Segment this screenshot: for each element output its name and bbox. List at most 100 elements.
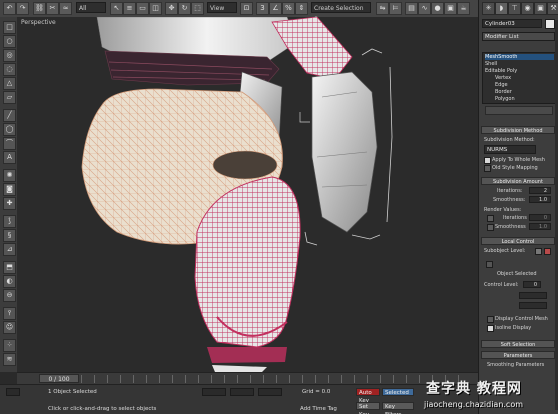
rect-select-icon[interactable]: ▭ [136,2,149,15]
align-icon[interactable]: ⊨ [389,2,402,15]
circle-icon[interactable]: ◯ [3,123,16,136]
particle-icon[interactable]: ⁘ [3,339,16,352]
set-key-button[interactable]: Set Key [356,402,380,414]
render-iterations-spinner[interactable]: 0 [529,214,551,221]
x-coord-field[interactable] [202,388,226,396]
stack-item-editable-poly[interactable]: Editable Poly [485,68,517,74]
stack-item-polygon[interactable]: Polygon [495,96,515,102]
ignore-backfacing-checkbox[interactable] [486,261,493,268]
subdivision-method-dropdown[interactable]: NURMS [484,145,536,154]
crease-spinner[interactable] [519,292,547,299]
bend-icon[interactable]: ⟆ [3,215,16,228]
create-tab-icon[interactable]: ✳ [482,2,495,15]
sphere-icon[interactable]: ○ [3,35,16,48]
subdivision-method-rollout[interactable]: Subdivision Method [481,126,555,134]
angle-snap-icon[interactable]: ∠ [269,2,282,15]
cone-icon[interactable]: △ [3,77,16,90]
mirror-icon[interactable]: ⇋ [376,2,389,15]
light-icon[interactable]: ✺ [3,169,16,182]
pivot-icon[interactable]: ⊡ [240,2,253,15]
helper-icon[interactable]: ✚ [3,197,16,210]
bone-icon[interactable]: ⫯ [3,307,16,320]
render-smoothness-checkbox[interactable] [487,224,494,231]
smoothness-spinner[interactable]: 1.0 [529,196,551,203]
y-coord-field[interactable] [230,388,254,396]
add-time-tag[interactable]: Add Time Tag [300,406,337,412]
object-name-field[interactable]: Cylinder03 [482,19,542,28]
undo-icon[interactable]: ↶ [3,2,16,15]
named-selection-dropdown[interactable]: Create Selection Se [311,2,371,23]
viewport-label[interactable]: Perspective [21,19,56,26]
object-color-swatch[interactable] [545,19,555,29]
control-level-spinner[interactable]: 0 [523,281,541,288]
stack-item-meshsmooth[interactable]: MeshSmooth [485,54,554,60]
window-crossing-icon[interactable]: ◫ [149,2,162,15]
local-control-rollout[interactable]: Local Control [481,237,555,245]
stack-item-shell[interactable]: Shell [485,61,497,67]
box-icon[interactable]: □ [3,21,16,34]
cylinder-icon[interactable]: ◎ [3,49,16,62]
render-icon[interactable]: ☕ [457,2,470,15]
edge-level-icon[interactable] [544,248,551,255]
hierarchy-tab-icon[interactable]: ⊤ [508,2,521,15]
utilities-tab-icon[interactable]: ⚒ [547,2,558,15]
select-link-icon[interactable]: ⛓ [33,2,46,15]
soft-selection-rollout[interactable]: Soft Selection [481,340,555,348]
z-coord-field[interactable] [258,388,282,396]
unlink-icon[interactable]: ✂ [46,2,59,15]
line-icon[interactable]: ╱ [3,109,16,122]
lathe-icon[interactable]: ◐ [3,275,16,288]
render-iterations-checkbox[interactable] [487,215,494,222]
modifier-list-dropdown[interactable]: Modifier List [482,32,555,41]
stack-item-edge[interactable]: Edge [495,82,508,88]
parameters-rollout[interactable]: Parameters [481,351,555,359]
extrude-icon[interactable]: ⬒ [3,261,16,274]
motion-tab-icon[interactable]: ◉ [521,2,534,15]
redo-icon[interactable]: ↷ [16,2,29,15]
apply-whole-mesh-checkbox[interactable] [484,157,491,164]
arc-icon[interactable]: ⌒ [3,137,16,150]
spinner-snap-icon[interactable]: ⇕ [295,2,308,15]
key-filters-button[interactable]: Key Filters... [382,402,414,414]
display-tab-icon[interactable]: ▣ [534,2,547,15]
time-slider[interactable]: 0 / 100 [39,374,79,383]
subdivision-amount-rollout[interactable]: Subdivision Amount [481,177,555,185]
isoline-display-checkbox[interactable] [487,325,494,332]
track-bar[interactable] [81,375,471,383]
auto-key-button[interactable]: Auto Key [356,388,380,404]
render-setup-icon[interactable]: ▣ [444,2,457,15]
select-object-icon[interactable]: ↖ [110,2,123,15]
select-by-name-icon[interactable]: ≡ [123,2,136,15]
scale-icon[interactable]: ⬚ [191,2,204,15]
camera-icon[interactable]: ◙ [3,183,16,196]
display-control-mesh-checkbox[interactable] [487,316,494,323]
rotate-icon[interactable]: ↻ [178,2,191,15]
modify-tab-icon[interactable]: ◗ [495,2,508,15]
curve-editor-icon[interactable]: ∿ [418,2,431,15]
maxscript-mini-listener[interactable] [6,388,20,396]
taper-icon[interactable]: ⊿ [3,243,16,256]
bind-spacewarp-icon[interactable]: ≈ [59,2,72,15]
iterations-spinner[interactable]: 2 [529,187,551,194]
layer-icon[interactable]: ▤ [405,2,418,15]
render-smoothness-spinner[interactable]: 1.0 [529,223,551,230]
plane-icon[interactable]: ▱ [3,91,16,104]
material-editor-icon[interactable]: ● [431,2,444,15]
percent-snap-icon[interactable]: % [282,2,295,15]
text-icon[interactable]: A [3,151,16,164]
old-style-mapping-checkbox[interactable] [484,165,491,172]
boolean-icon[interactable]: ⊖ [3,289,16,302]
wind-icon[interactable]: ≋ [3,353,16,366]
twist-icon[interactable]: § [3,229,16,242]
vertex-level-icon[interactable] [535,248,542,255]
key-mode-dropdown[interactable]: Selected [382,388,414,396]
weight-spinner[interactable] [519,302,547,309]
selection-filter-dropdown[interactable]: All [76,2,106,13]
stack-item-vertex[interactable]: Vertex [495,75,511,81]
move-icon[interactable]: ✥ [165,2,178,15]
perspective-viewport[interactable]: Perspective [17,17,478,372]
biped-icon[interactable]: ☺ [3,321,16,334]
reference-coord-dropdown[interactable]: View [207,2,237,13]
snap-icon[interactable]: 3 [256,2,269,15]
stack-item-border[interactable]: Border [495,89,512,95]
